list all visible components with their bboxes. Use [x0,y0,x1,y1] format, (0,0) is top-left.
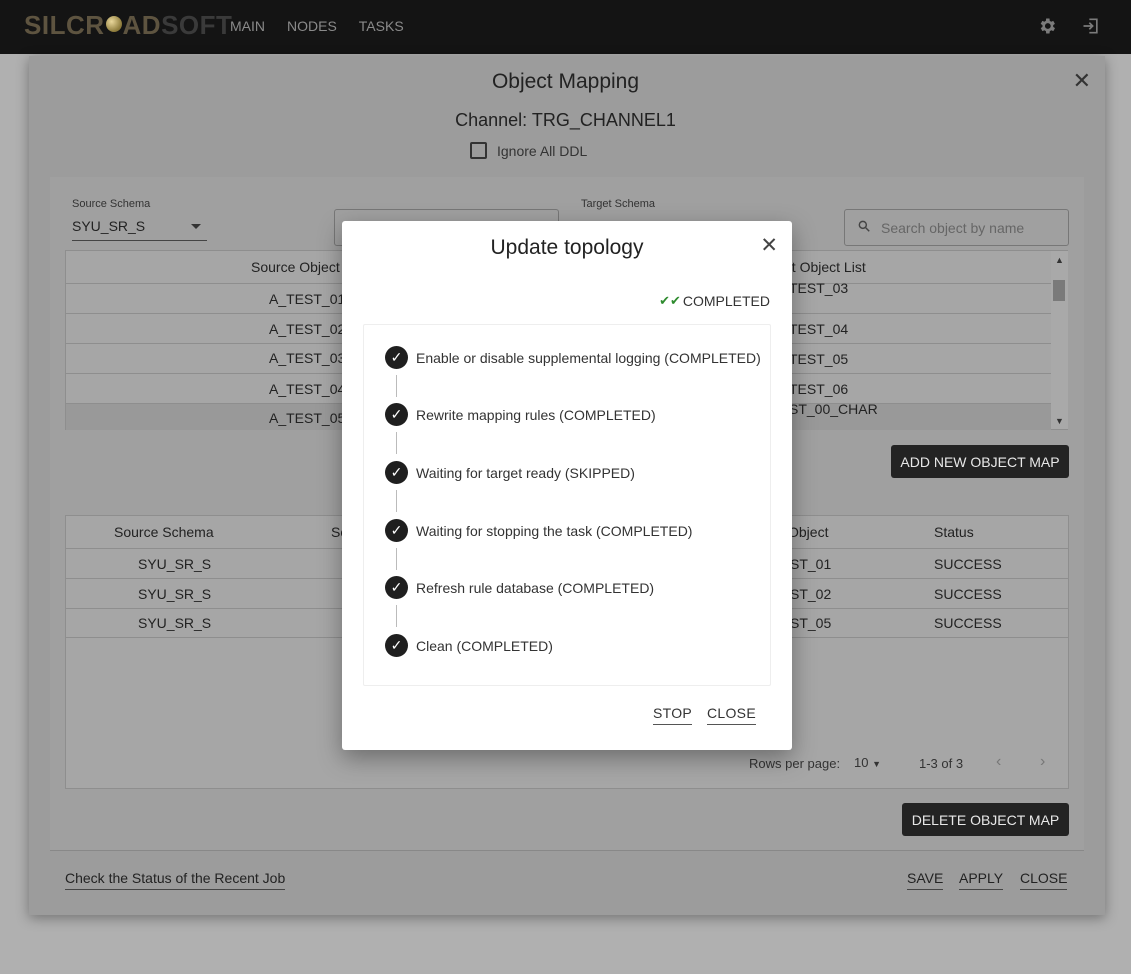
close-button[interactable]: CLOSE [1020,870,1068,890]
logo-globe-icon [105,16,122,32]
chevron-down-icon: ▼ [872,759,882,769]
double-check-icon: ✔✔ [659,293,681,308]
logout-icon[interactable] [1081,16,1101,40]
search-placeholder: Search object by name [881,219,1025,236]
check-circle-icon: ✓ [385,346,408,369]
col-target-object: Object [788,524,829,540]
scrollbar[interactable] [1051,251,1068,429]
topology-status: ✔✔ COMPLETED [659,293,770,309]
modal-title: Update topology [490,236,644,259]
source-schema-select[interactable]: SYU_SR_S [72,218,207,241]
check-circle-icon: ✓ [385,403,408,426]
scroll-up-icon[interactable]: ▲ [1055,255,1064,265]
rows-per-page-label: Rows per page: [749,756,841,771]
step-connector [396,548,397,570]
step-item: ✓ Rewrite mapping rules (COMPLETED) [385,403,656,426]
gear-icon[interactable] [1037,16,1057,40]
search-icon [857,219,871,236]
page-range: 1-3 of 3 [919,756,964,771]
source-schema-label: Source Schema [72,198,151,210]
step-item: ✓ Waiting for target ready (SKIPPED) [385,461,635,484]
check-circle-icon: ✓ [385,519,408,542]
status-text: COMPLETED [682,293,770,309]
scroll-down-icon[interactable]: ▼ [1055,416,1064,426]
check-circle-icon: ✓ [385,461,408,484]
col-status: Status [934,524,974,540]
add-object-map-button[interactable]: ADD NEW OBJECT MAP [891,445,1069,478]
logo: SILCR ADSOFT [24,10,233,40]
col-source-schema: Source Schema [114,524,214,540]
step-item: ✓ Refresh rule database (COMPLETED) [385,576,654,599]
check-circle-icon: ✓ [385,576,408,599]
step-connector [396,490,397,512]
source-schema-value: SYU_SR_S [72,218,146,234]
source-list-header: Source Object L [251,259,352,275]
scrollbar-thumb[interactable] [1053,280,1065,301]
delete-object-map-button[interactable]: DELETE OBJECT MAP [902,803,1069,836]
update-topology-modal: Update topology ✕ ✔✔ COMPLETED ✓ Enable o… [342,221,792,750]
close-icon[interactable]: ✕ [760,233,778,258]
apply-button[interactable]: APPLY [959,870,1004,890]
recent-job-link[interactable]: Check the Status of the Recent Job [65,870,286,890]
divider [50,850,1084,851]
nav-tasks[interactable]: TASKS [359,18,404,34]
step-connector [396,605,397,627]
step-item: ✓ Waiting for stopping the task (COMPLETE… [385,519,692,542]
target-schema-label: Target Schema [581,198,655,210]
modal-close-button[interactable]: CLOSE [707,705,756,725]
steps-box: ✓ Enable or disable supplemental logging … [363,324,771,686]
step-item: ✓ Enable or disable supplemental logging … [385,346,761,369]
rows-per-page-select[interactable]: 10 ▼ [854,755,881,770]
ignore-ddl-label: Ignore All DDL [497,142,588,159]
stop-button[interactable]: STOP [653,705,693,725]
prev-page-icon[interactable]: ‹ [996,753,1001,771]
chevron-down-icon [191,224,201,229]
check-circle-icon: ✓ [385,634,408,657]
save-button[interactable]: SAVE [907,870,944,890]
main-nav: MAIN NODES TASKS [230,18,404,34]
ignore-ddl-checkbox[interactable]: Ignore All DDL [470,142,587,159]
nav-nodes[interactable]: NODES [287,18,337,34]
top-navbar: SILCR ADSOFT MAIN NODES TASKS [0,0,1131,54]
next-page-icon[interactable]: › [1040,753,1045,771]
nav-main[interactable]: MAIN [230,18,265,34]
target-list-header: et Object List [784,259,866,275]
checkbox-icon[interactable] [470,142,487,159]
step-connector [396,375,397,397]
step-connector [396,432,397,454]
step-item: ✓ Clean (COMPLETED) [385,634,553,657]
dialog-title: Object Mapping [491,70,640,93]
search-input[interactable]: Search object by name [844,209,1069,246]
channel-label: Channel: TRG_CHANNEL1 [455,110,676,130]
